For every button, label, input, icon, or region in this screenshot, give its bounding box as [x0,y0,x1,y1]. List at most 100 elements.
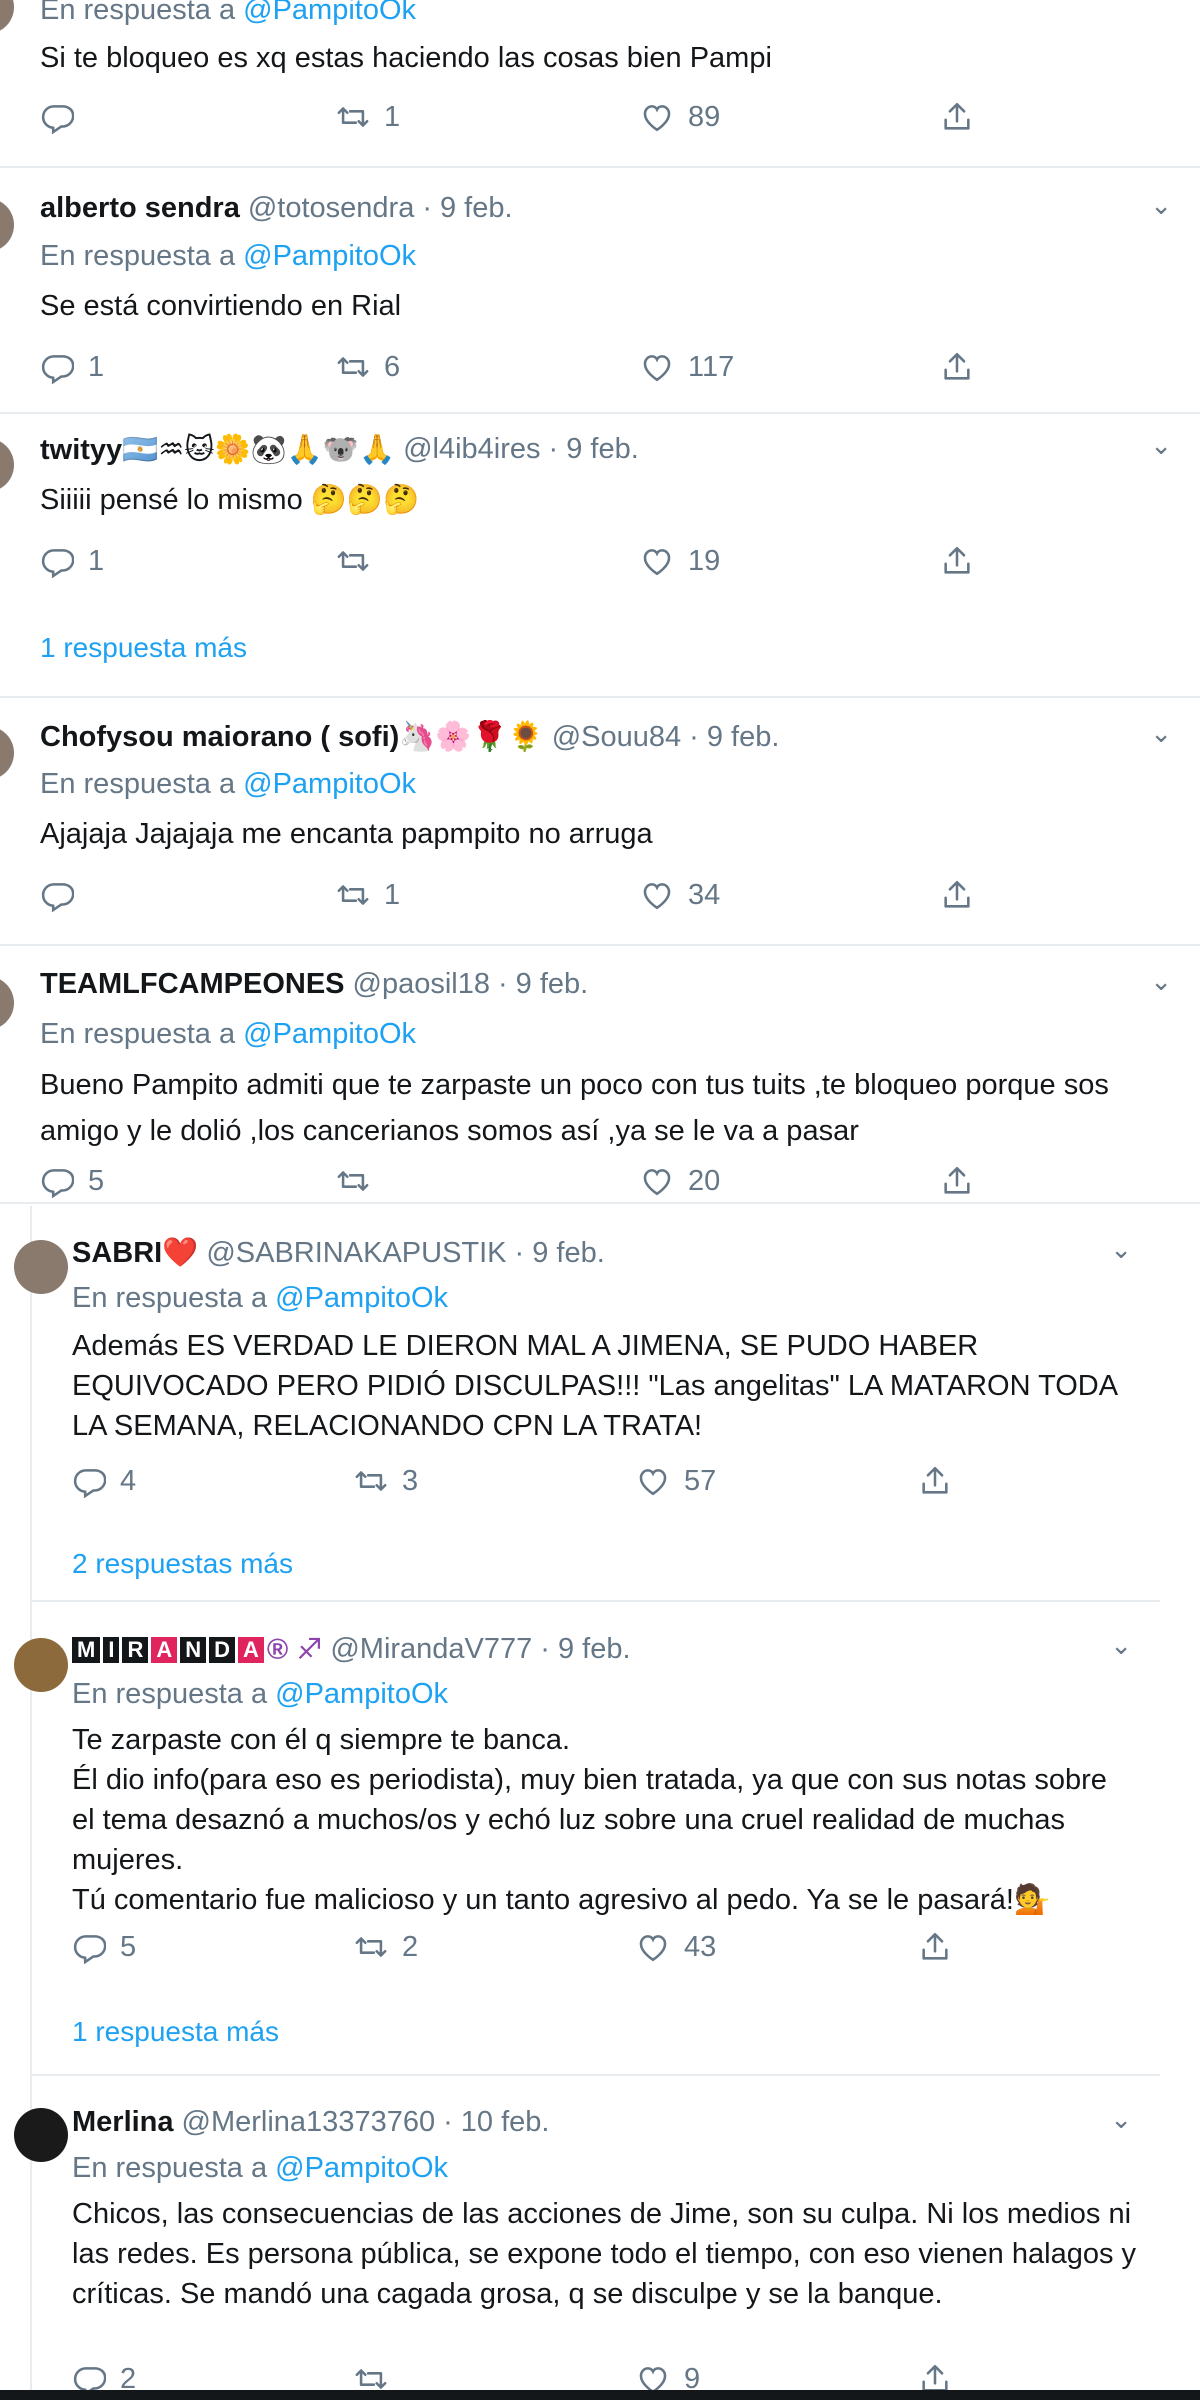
tweet-header: SABRI❤️ @SABRINAKAPUSTIK · 9 feb. [72,1236,605,1270]
retweet-button[interactable]: 3 [354,1464,418,1498]
username[interactable]: @l4ib4ires [403,433,540,466]
tweet[interactable]: TEAMLFCAMPEONES @paosil18 · 9 feb. ⌄ En … [0,946,1200,1204]
show-more-replies-link[interactable]: 2 respuestas más [72,1548,293,1580]
reply-target-link[interactable]: @PampitoOk [243,1018,416,1050]
like-button[interactable]: 34 [640,878,720,912]
avatar[interactable] [0,726,14,780]
chevron-down-icon[interactable]: ⌄ [1150,190,1172,221]
share-icon [940,544,974,578]
reply-target-link[interactable]: @PampitoOk [243,0,416,26]
tweet-date[interactable]: 9 feb. [532,1237,605,1270]
reply-button[interactable]: 1 [40,350,104,384]
retweet-button[interactable] [336,544,384,578]
heart-icon [640,544,674,578]
tweet[interactable]: Merlina @Merlina13373760 · 10 feb. ⌄ En … [14,2076,1160,2400]
username[interactable]: @MirandaV777 [330,1633,532,1666]
reply-label: En respuesta a [40,768,236,800]
tweet[interactable]: En respuesta a @PampitoOk Si te bloqueo … [0,0,1200,168]
username[interactable]: @paosil18 [353,968,490,1001]
tweet[interactable]: twityy🇦🇷♒🐱🌼🐼🙏🐨🙏 @l4ib4ires · 9 feb. ⌄ Si… [0,414,1200,698]
tweet-header: Chofysou maiorano ( sofi)🦄🌸🌹🌻 @Souu84 · … [40,720,779,754]
share-button[interactable] [940,544,974,578]
tweet-date[interactable]: 9 feb. [707,721,780,754]
display-name[interactable]: alberto sendra [40,192,240,225]
tweet-date[interactable]: 9 feb. [440,192,513,225]
tweet[interactable]: M I R A N D A ® ♐ @MirandaV777 · 9 feb. … [14,1602,1160,2076]
retweet-button[interactable]: 1 [336,100,400,134]
reply-target-link[interactable]: @PampitoOk [275,1678,448,1710]
tweet-header: twityy🇦🇷♒🐱🌼🐼🙏🐨🙏 @l4ib4ires · 9 feb. [40,432,639,467]
reply-label: En respuesta a [72,2152,268,2184]
tweet[interactable]: Chofysou maiorano ( sofi)🦄🌸🌹🌻 @Souu84 · … [0,698,1200,946]
share-button[interactable] [918,1464,952,1498]
display-name[interactable]: M I R A N D A ® ♐ [72,1632,322,1667]
tweet-date[interactable]: 9 feb. [566,433,639,466]
tweet-date[interactable]: 10 feb. [461,2106,550,2139]
chevron-down-icon[interactable]: ⌄ [1150,718,1172,749]
like-button[interactable]: 43 [636,1930,716,1964]
display-name[interactable]: Chofysou maiorano ( sofi)🦄🌸🌹🌻 [40,720,544,754]
tweet[interactable]: SABRI❤️ @SABRINAKAPUSTIK · 9 feb. ⌄ En r… [14,1206,1160,1602]
like-count: 117 [688,350,735,383]
display-name[interactable]: twityy🇦🇷♒🐱🌼🐼🙏🐨🙏 [40,432,395,467]
username[interactable]: @totosendra [248,192,414,225]
reply-button[interactable] [40,100,88,134]
retweet-button[interactable]: 2 [354,1930,418,1964]
tweet[interactable]: alberto sendra @totosendra · 9 feb. ⌄ En… [0,168,1200,414]
reply-target-link[interactable]: @PampitoOk [243,768,416,800]
chevron-down-icon[interactable]: ⌄ [1110,1630,1132,1661]
avatar[interactable] [0,438,14,492]
share-button[interactable] [940,878,974,912]
retweet-button[interactable]: 1 [336,878,400,912]
reply-button[interactable] [40,878,88,912]
username[interactable]: @SABRINAKAPUSTIK [206,1237,506,1270]
like-count: 19 [688,544,721,577]
reply-target-link[interactable]: @PampitoOk [243,240,416,272]
show-more-replies-link[interactable]: 1 respuesta más [40,632,247,664]
like-button[interactable]: 89 [640,100,720,134]
like-button[interactable]: 117 [640,350,734,384]
show-more-replies-link[interactable]: 1 respuesta más [72,2016,279,2048]
reply-count: 1 [88,544,105,577]
chevron-down-icon[interactable]: ⌄ [1110,1234,1132,1265]
like-button[interactable]: 57 [636,1464,716,1498]
avatar[interactable] [14,1638,68,1692]
share-button[interactable] [940,1164,974,1198]
chevron-down-icon[interactable]: ⌄ [1110,2104,1132,2135]
retweet-count: 1 [384,100,401,133]
reply-target-link[interactable]: @PampitoOk [275,1282,448,1314]
avatar[interactable] [0,976,14,1030]
share-button[interactable] [940,350,974,384]
reply-target-link[interactable]: @PampitoOk [275,2152,448,2184]
share-button[interactable] [940,100,974,134]
like-count: 89 [688,100,721,133]
display-name[interactable]: Merlina [72,2106,174,2139]
username[interactable]: @Merlina13373760 [182,2106,436,2139]
avatar[interactable] [14,2108,68,2162]
avatar[interactable] [14,1240,68,1294]
reply-button[interactable]: 1 [40,544,104,578]
avatar[interactable] [0,198,14,252]
reply-button[interactable]: 4 [72,1464,136,1498]
display-name[interactable]: TEAMLFCAMPEONES [40,968,345,1001]
like-button[interactable]: 20 [640,1164,720,1198]
tweet-date[interactable]: 9 feb. [516,968,589,1001]
share-button[interactable] [918,1930,952,1964]
chevron-down-icon[interactable]: ⌄ [1150,430,1172,461]
reply-button[interactable]: 5 [72,1930,136,1964]
retweet-button[interactable]: 6 [336,350,400,384]
tweet-date[interactable]: 9 feb. [558,1633,631,1666]
like-button[interactable]: 19 [640,544,720,578]
retweet-button[interactable] [336,1164,384,1198]
reply-context: En respuesta a @PampitoOk [40,240,416,273]
chevron-down-icon[interactable]: ⌄ [1150,966,1172,997]
reply-button[interactable]: 5 [40,1164,104,1198]
separator: · [443,2106,453,2138]
avatar[interactable] [0,0,14,34]
display-name[interactable]: SABRI❤️ [72,1236,198,1270]
reply-icon [40,100,74,134]
username[interactable]: @Souu84 [552,721,681,754]
retweet-icon [336,1164,370,1198]
tweet-text: Si te bloqueo es xq estas haciendo las c… [40,42,772,74]
reply-context: En respuesta a @PampitoOk [40,0,416,27]
